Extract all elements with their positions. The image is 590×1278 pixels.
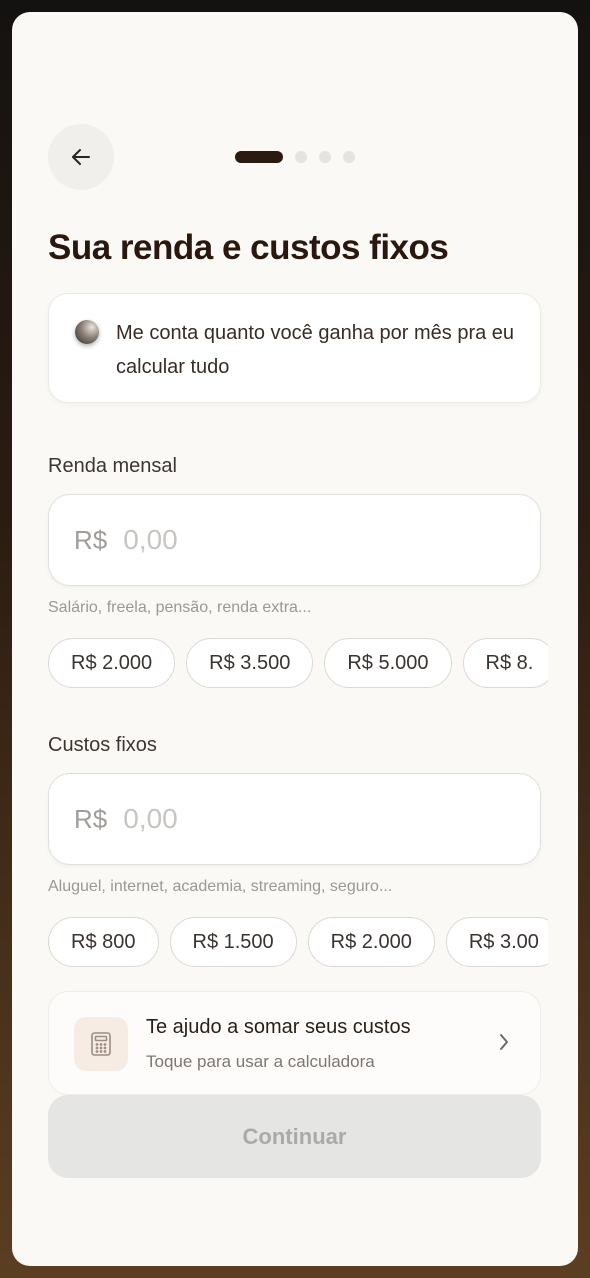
calculator-subtitle: Toque para usar a calculadora [146, 1052, 375, 1071]
fixed-costs-chip[interactable]: R$ 1.500 [169, 917, 297, 967]
calculator-icon-box [74, 1017, 128, 1071]
calculator-icon [91, 1032, 111, 1056]
income-field[interactable]: R$ [48, 494, 541, 586]
progress-step-active [235, 151, 283, 163]
income-chip-row: R$ 2.000 R$ 3.500 R$ 5.000 R$ 8. [48, 636, 548, 690]
page-title: Sua renda e custos fixos [48, 228, 449, 267]
step-progress [235, 151, 355, 163]
fixed-costs-currency: R$ [74, 803, 108, 834]
back-button[interactable] [48, 124, 114, 190]
income-input[interactable] [123, 524, 424, 556]
assistant-message: Me conta quanto você ganha por mês pra e… [116, 322, 515, 378]
assistant-message-card: Me conta quanto você ganha por mês pra e… [48, 293, 541, 403]
income-chip[interactable]: R$ 5.000 [324, 638, 452, 688]
calculator-title: Te ajudo a somar seus custos [146, 1016, 411, 1038]
arrow-left-icon [72, 149, 90, 165]
calculator-card[interactable]: Te ajudo a somar seus custos Toque para … [48, 991, 541, 1095]
income-label: Renda mensal [48, 455, 177, 477]
income-chip[interactable]: R$ 2.000 [48, 638, 176, 688]
fixed-costs-chip[interactable]: R$ 3.00 [445, 917, 548, 967]
progress-step [295, 151, 307, 163]
fixed-costs-chip[interactable]: R$ 800 [48, 917, 159, 967]
fixed-costs-label: Custos fixos [48, 734, 157, 756]
fixed-costs-chip[interactable]: R$ 2.000 [307, 917, 435, 967]
progress-step [319, 151, 331, 163]
income-chip[interactable]: R$ 8. [462, 638, 548, 688]
fixed-costs-input[interactable] [123, 803, 424, 835]
fixed-costs-chip-row: R$ 800 R$ 1.500 R$ 2.000 R$ 3.00 [48, 915, 548, 969]
chevron-right-icon [500, 1034, 508, 1050]
assistant-orb-icon [75, 320, 99, 344]
income-hint: Salário, freela, pensão, renda extra... [48, 599, 312, 616]
screen-card: Sua renda e custos fixos Me conta quanto… [12, 12, 578, 1266]
continue-button[interactable]: Continuar [48, 1095, 541, 1178]
income-currency: R$ [74, 524, 108, 555]
progress-step [343, 151, 355, 163]
fixed-costs-hint: Aluguel, internet, academia, streaming, … [48, 878, 393, 895]
fixed-costs-field[interactable]: R$ [48, 773, 541, 865]
income-chip[interactable]: R$ 3.500 [186, 638, 314, 688]
